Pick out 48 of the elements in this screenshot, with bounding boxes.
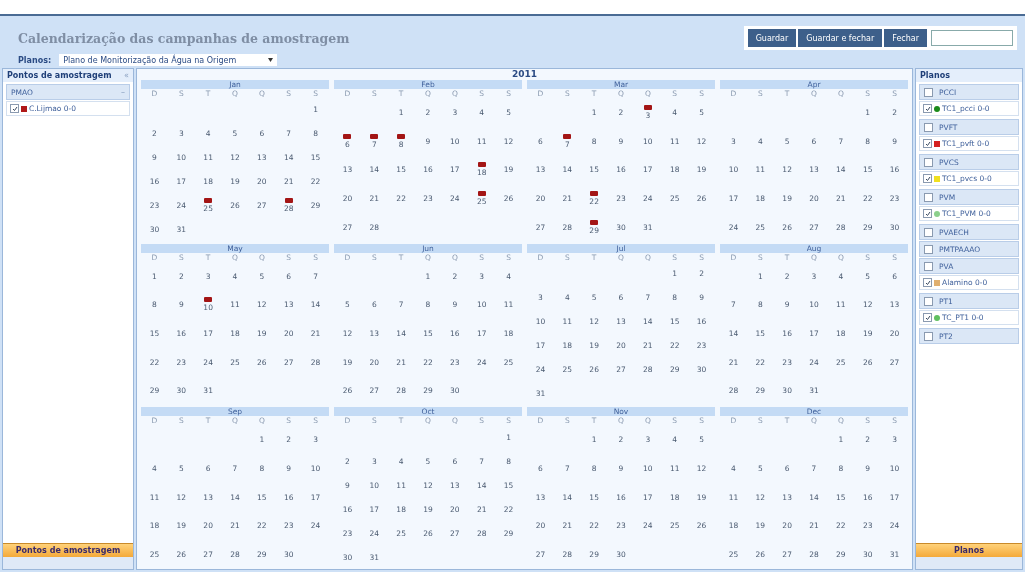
checkbox[interactable] (923, 209, 932, 218)
event-marker[interactable] (477, 191, 486, 197)
event-marker[interactable] (343, 133, 352, 139)
field-label: Planos: (18, 55, 52, 65)
checkbox[interactable] (923, 104, 932, 113)
checkbox[interactable] (924, 122, 933, 132)
check-icon (924, 279, 931, 286)
event-marker[interactable] (397, 133, 406, 139)
event-marker[interactable] (590, 219, 599, 225)
checkbox[interactable] (924, 261, 933, 271)
event-marker[interactable] (643, 104, 652, 110)
check-icon (924, 210, 931, 217)
input-field[interactable] (931, 30, 1013, 46)
event-marker[interactable] (204, 198, 213, 204)
plan-dropdown[interactable]: Plano de Monitorização da Água na Origem (59, 54, 278, 66)
panel-title: Planos (920, 71, 950, 80)
checkbox[interactable] (924, 244, 933, 254)
check-icon (924, 105, 931, 112)
panel-footer-bar[interactable]: Planos (916, 543, 1022, 557)
toolbar-button[interactable]: Fechar (884, 29, 927, 47)
event-marker[interactable] (204, 297, 213, 303)
panel-footer-bar[interactable]: Pontos de amostragem (3, 543, 133, 557)
event-marker[interactable] (284, 198, 293, 204)
checkbox[interactable] (924, 331, 933, 341)
checkbox[interactable] (923, 139, 932, 148)
checkbox[interactable] (10, 104, 19, 113)
window-title: Calendarização das campanhas de amostragem (18, 30, 350, 46)
event-marker[interactable] (563, 133, 572, 139)
checkbox[interactable] (924, 296, 933, 306)
checkbox[interactable] (924, 192, 933, 202)
year-label: 2011 (510, 69, 539, 80)
event-marker[interactable] (590, 191, 599, 197)
caret-icon (268, 58, 274, 62)
check-icon (11, 105, 18, 112)
checkbox[interactable] (923, 313, 932, 322)
checkbox[interactable] (924, 157, 933, 167)
toolbar-button[interactable]: Guardar e fechar (798, 29, 883, 47)
check-icon (924, 175, 931, 182)
check-icon (924, 140, 931, 147)
checkbox[interactable] (923, 278, 932, 287)
toolbar-button[interactable]: Guardar (747, 29, 797, 47)
panel-title: Pontos de amostragem (7, 71, 112, 80)
event-marker[interactable] (477, 162, 486, 168)
event-marker[interactable] (370, 133, 379, 139)
checkbox[interactable] (924, 227, 933, 237)
checkbox[interactable] (923, 174, 932, 183)
check-icon (924, 314, 931, 321)
checkbox[interactable] (924, 87, 933, 97)
